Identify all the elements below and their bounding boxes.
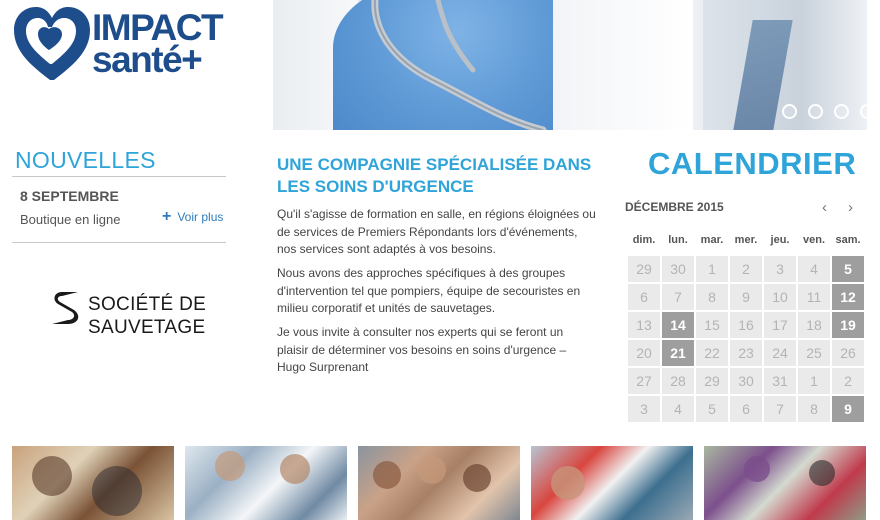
slider-dot-1[interactable] <box>782 104 797 119</box>
calendar-day-cell[interactable]: 5 <box>696 396 728 422</box>
article-paragraph-2: Nous avons des approches spécifiques à d… <box>277 266 581 315</box>
calendar-heading: CALENDRIER <box>648 146 857 181</box>
calendar-day-cell[interactable]: 12 <box>832 284 864 310</box>
news-heading: NOUVELLES <box>15 147 156 173</box>
calendar-day-cell[interactable]: 3 <box>628 396 660 422</box>
thumbnail-crowd-photo[interactable] <box>358 446 520 520</box>
calendar-day-cell[interactable]: 6 <box>628 284 660 310</box>
heart-logo-icon <box>14 7 90 80</box>
calendar-day-cell[interactable]: 11 <box>798 284 830 310</box>
news-date: 8 SEPTEMBRE <box>20 188 119 204</box>
calendar-day-cell[interactable]: 28 <box>662 368 694 394</box>
slider-dot-2[interactable] <box>808 104 823 119</box>
societe-de-sauvetage-logo[interactable]: SOCIÉTÉ DE SAUVETAGE <box>48 288 208 340</box>
slider-dots <box>782 104 867 119</box>
calendar-day-cell[interactable]: 30 <box>662 256 694 282</box>
weekday-label: ven. <box>802 234 825 246</box>
thumbnail-rescue-photo[interactable] <box>531 446 693 520</box>
hero-banner[interactable] <box>273 0 867 130</box>
calendar-day-cell[interactable]: 16 <box>730 312 762 338</box>
calendar-day-cell[interactable]: 27 <box>628 368 660 394</box>
calendar-day-cell[interactable]: 1 <box>798 368 830 394</box>
calendar-day-cell[interactable]: 30 <box>730 368 762 394</box>
calendar-day-cell[interactable]: 14 <box>662 312 694 338</box>
voir-plus-label: Voir plus <box>177 210 224 224</box>
calendar-day-cell[interactable]: 17 <box>764 312 796 338</box>
calendar-day-cell[interactable]: 1 <box>696 256 728 282</box>
calendar-day-cell[interactable]: 31 <box>764 368 796 394</box>
calendar-day-cell[interactable]: 15 <box>696 312 728 338</box>
calendar-day-cell[interactable]: 26 <box>832 340 864 366</box>
article-paragraph-3: Je vous invite à consulter nos experts q… <box>277 325 567 374</box>
calendar-day-cell[interactable]: 18 <box>798 312 830 338</box>
calendar-weekday-header: dim. lun. mar. mer. jeu. ven. sam. <box>627 234 865 250</box>
sponsor-line-1: SOCIÉTÉ DE <box>88 294 207 315</box>
calendar-day-cell[interactable]: 10 <box>764 284 796 310</box>
chevron-left-icon[interactable]: ‹ <box>822 199 827 216</box>
calendar-day-cell[interactable]: 23 <box>730 340 762 366</box>
article-paragraph-1: Qu'il s'agisse de formation en salle, en… <box>277 207 596 256</box>
slider-dot-3[interactable] <box>834 104 849 119</box>
calendar-day-cell[interactable]: 21 <box>662 340 694 366</box>
calendar-day-cell[interactable]: 5 <box>832 256 864 282</box>
weekday-label: mer. <box>734 234 758 246</box>
calendar-day-cell[interactable]: 25 <box>798 340 830 366</box>
calendar-day-grid: 29 30 1 2 3 4 5 6 7 8 9 10 11 12 13 14 15 16 17 18 19 20 21 22 2… <box>627 255 865 423</box>
news-divider-bottom <box>12 242 226 243</box>
calendar-day-cell[interactable]: 4 <box>798 256 830 282</box>
calendar-day-cell[interactable]: 24 <box>764 340 796 366</box>
calendar-day-cell[interactable]: 8 <box>798 396 830 422</box>
calendar-day-cell[interactable]: 2 <box>730 256 762 282</box>
calendar-day-cell[interactable]: 29 <box>628 256 660 282</box>
weekday-label: lun. <box>668 234 688 246</box>
calendar-day-cell[interactable]: 20 <box>628 340 660 366</box>
weekday-label: dim. <box>632 234 656 246</box>
calendar-day-cell[interactable]: 2 <box>832 368 864 394</box>
calendar-day-cell[interactable]: 9 <box>832 396 864 422</box>
stethoscope-icon <box>371 0 547 130</box>
weekday-label: mar. <box>700 234 724 246</box>
thumbnail-hikers-photo[interactable] <box>704 446 866 520</box>
weekday-label: sam. <box>835 234 861 246</box>
calendar-day-cell[interactable]: 29 <box>696 368 728 394</box>
news-divider-top <box>12 176 226 177</box>
calendar-day-cell[interactable]: 13 <box>628 312 660 338</box>
logo-text-sante: santé+ <box>92 39 203 80</box>
slider-dot-4[interactable] <box>860 104 867 119</box>
calendar-day-cell[interactable]: 3 <box>764 256 796 282</box>
calendar-day-cell[interactable]: 7 <box>764 396 796 422</box>
calendar-day-cell[interactable]: 8 <box>696 284 728 310</box>
impact-sante-logo[interactable]: IMPACT santé+ <box>12 4 242 86</box>
calendar-day-cell[interactable]: 22 <box>696 340 728 366</box>
chevron-right-icon[interactable]: › <box>848 199 853 216</box>
calendar-day-cell[interactable]: 19 <box>832 312 864 338</box>
plus-icon: + <box>162 208 172 225</box>
calendar-day-cell[interactable]: 6 <box>730 396 762 422</box>
weekday-label: jeu. <box>770 234 790 246</box>
sponsor-line-2: SAUVETAGE <box>88 317 206 338</box>
news-item-title[interactable]: Boutique en ligne <box>20 212 120 227</box>
thumbnail-medical-team-photo[interactable] <box>185 446 347 520</box>
calendar-day-cell[interactable]: 4 <box>662 396 694 422</box>
sauvetage-s-logo-icon <box>52 292 79 324</box>
thumbnail-group-photo[interactable] <box>12 446 174 520</box>
calendar-month-label: DÉCEMBRE 2015 <box>625 200 724 214</box>
voir-plus-link[interactable]: + Voir plus <box>162 208 224 225</box>
calendar-day-cell[interactable]: 9 <box>730 284 762 310</box>
calendar-day-cell[interactable]: 7 <box>662 284 694 310</box>
article-heading: UNE COMPAGNIE SPÉCIALISÉE DANS LES SOINS… <box>277 155 592 196</box>
